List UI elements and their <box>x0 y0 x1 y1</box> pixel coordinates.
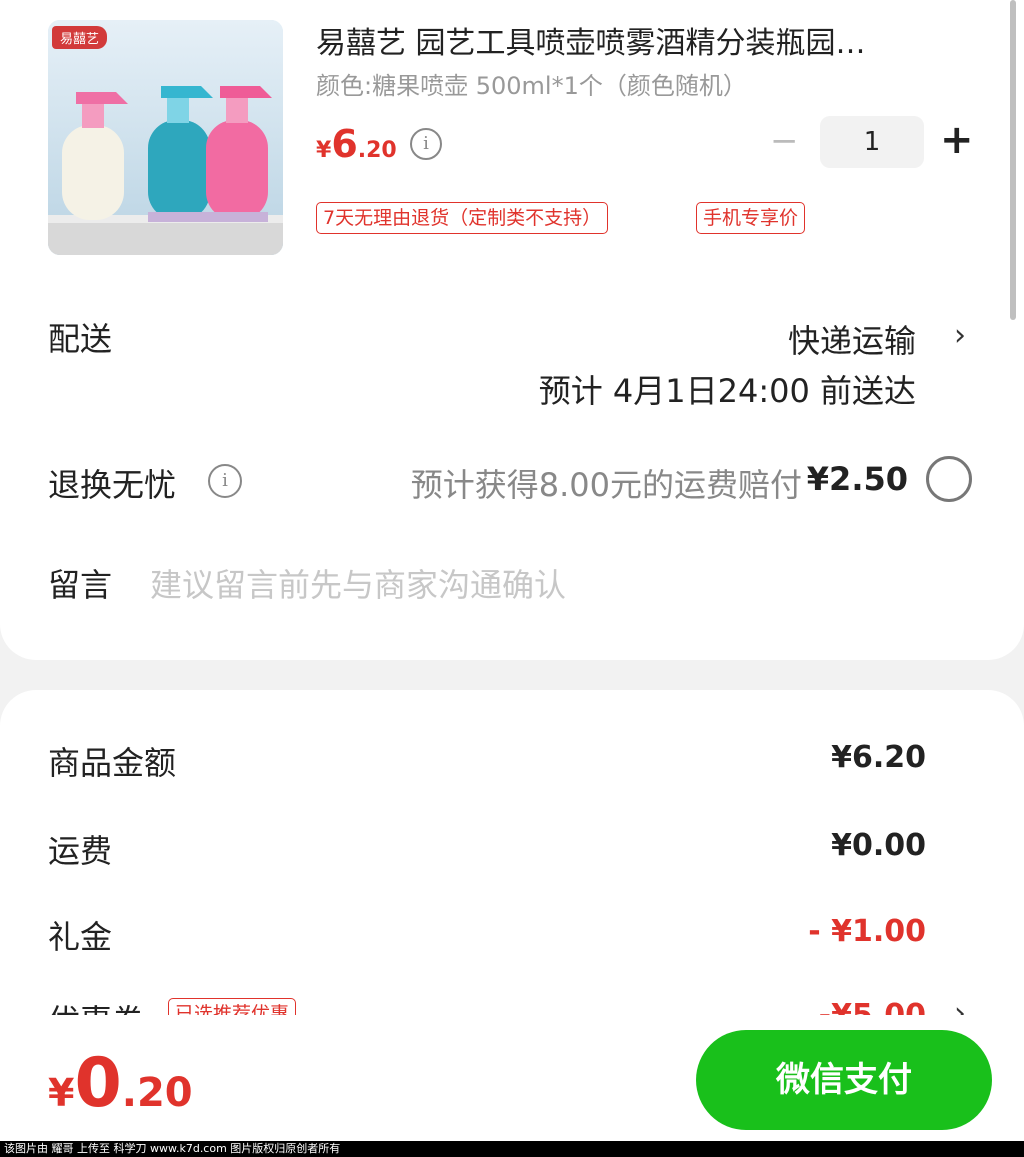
total-integer: 0 <box>74 1044 122 1123</box>
gift-value: - ¥1.00 <box>808 914 926 949</box>
price-integer: 6 <box>331 122 358 166</box>
total-price: ¥0.20 <box>48 1044 193 1123</box>
return-insurance-label: 退换无忧 <box>48 466 177 504</box>
compensation-desc: 预计获得8.00元的运费赔付 <box>410 466 802 504</box>
product-image[interactable]: 易囍艺 <box>48 20 283 255</box>
radio-icon[interactable] <box>926 456 972 502</box>
gift-label: 礼金 <box>48 918 113 956</box>
goods-amount-value: ¥6.20 <box>831 740 926 775</box>
shipping-label: 运费 <box>48 832 113 870</box>
insurance-price: ¥2.50 <box>806 460 908 498</box>
info-icon[interactable]: i <box>208 464 242 498</box>
info-icon[interactable]: i <box>410 128 442 160</box>
quantity-stepper[interactable]: 1 <box>820 116 924 168</box>
total-currency: ¥ <box>48 1071 75 1115</box>
minus-icon[interactable]: − <box>770 124 799 158</box>
scrollbar[interactable] <box>1010 0 1016 320</box>
product-spec[interactable]: 颜色:糖果喷壶 500ml*1个（颜色随机） <box>316 66 747 101</box>
product-price: ¥6.20 <box>316 122 397 166</box>
message-input[interactable]: 建议留言前先与商家沟通确认 <box>150 560 566 606</box>
watermark: 该图片由 耀哥 上传至 科学刀 www.k7d.com 图片版权归原创者所有 <box>0 1141 1024 1157</box>
product-title[interactable]: 易囍艺 园艺工具喷壶喷雾酒精分装瓶园… <box>316 18 956 62</box>
mobile-price-tag: 手机专享价 <box>696 202 806 234</box>
delivery-method[interactable]: 快递运输 <box>788 316 916 362</box>
shipping-value: ¥0.00 <box>831 828 926 863</box>
total-decimal: .20 <box>121 1070 193 1116</box>
delivery-eta: 预计 4月1日24:00 前送达 <box>538 372 916 410</box>
wechat-pay-button[interactable]: 微信支付 <box>696 1030 992 1130</box>
return-policy-tag: 7天无理由退货（定制类不支持） <box>316 202 609 234</box>
spray-bottles-illustration <box>48 20 283 255</box>
brand-badge: 易囍艺 <box>52 26 108 49</box>
delivery-label: 配送 <box>48 320 113 358</box>
message-label: 留言 <box>48 566 113 604</box>
price-currency: ¥ <box>316 138 332 163</box>
price-decimal: .20 <box>357 138 397 163</box>
plus-icon[interactable]: + <box>940 120 974 160</box>
chevron-right-icon[interactable]: › <box>954 318 966 353</box>
goods-amount-label: 商品金额 <box>48 744 177 782</box>
